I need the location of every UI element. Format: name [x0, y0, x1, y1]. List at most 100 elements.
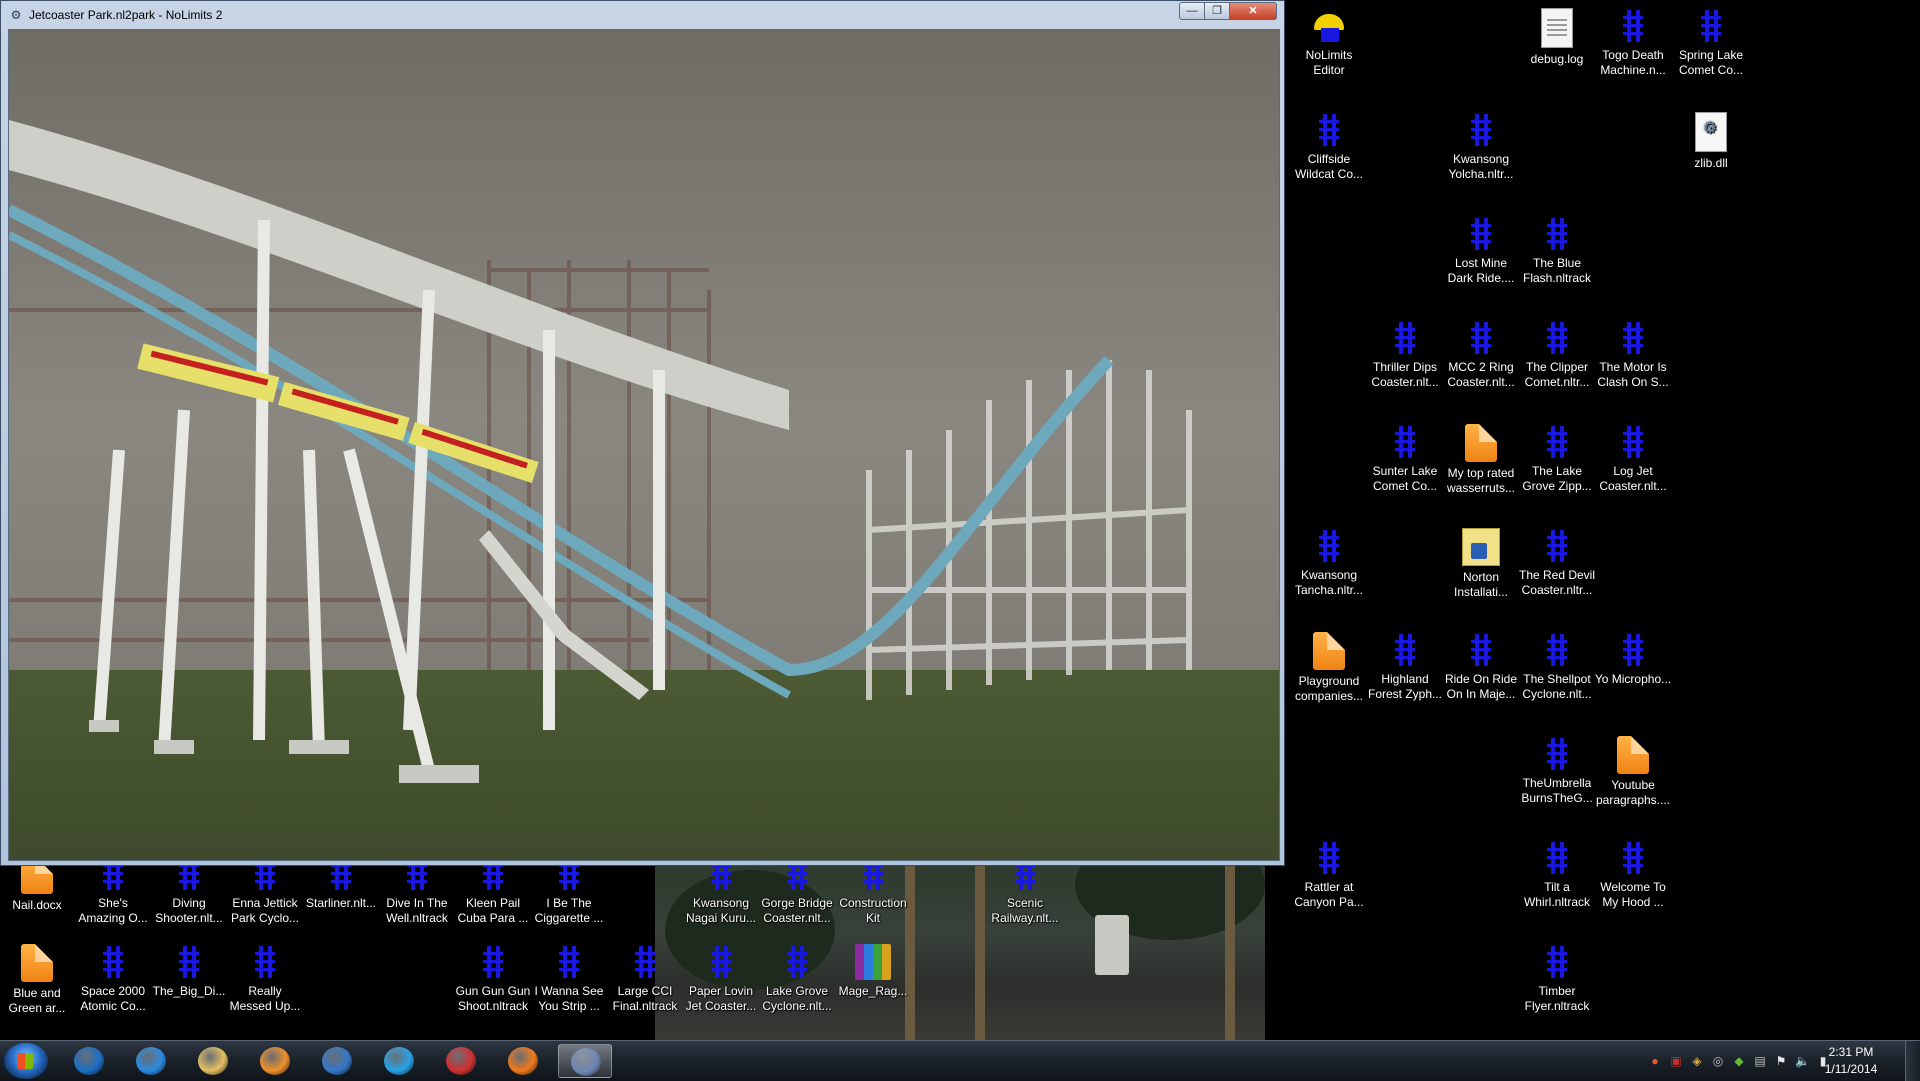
- desktop-icon-gorge[interactable]: Gorge Bridge Coaster.nlt...: [758, 856, 836, 926]
- desktop-icon-lake-grove-zipp[interactable]: The Lake Grove Zipp...: [1518, 424, 1596, 494]
- desktop-icon-tilt[interactable]: Tilt a Whirl.nltrack: [1518, 840, 1596, 910]
- desktop-icon-sunter-lake[interactable]: Sunter Lake Comet Co...: [1366, 424, 1444, 494]
- nl-file-icon: [1615, 320, 1651, 356]
- volume-icon[interactable]: 🔈: [1795, 1054, 1810, 1068]
- steam-icon[interactable]: ◎: [1711, 1054, 1725, 1068]
- desktop-icon-norton[interactable]: Norton Installati...: [1442, 528, 1520, 600]
- desktop-icon-umbrella[interactable]: TheUmbrella BurnsTheG...: [1518, 736, 1596, 806]
- taskbar-button-hp[interactable]: [62, 1044, 116, 1078]
- desktop-icon-ride-on[interactable]: Ride On Ride On In Maje...: [1442, 632, 1520, 702]
- desktop-icon-rattler[interactable]: Rattler at Canyon Pa...: [1290, 840, 1368, 910]
- desktop-icon-cigarette[interactable]: I Be The Ciggarette ...: [530, 856, 608, 926]
- security-icon[interactable]: ▣: [1669, 1054, 1683, 1068]
- network-app-icon[interactable]: ◈: [1690, 1054, 1704, 1068]
- desktop-icon-lake-grove-cyc[interactable]: Lake Grove Cyclone.nlt...: [758, 944, 836, 1014]
- desktop-icon-blue-flash[interactable]: The Blue Flash.nltrack: [1518, 216, 1596, 286]
- red-app-icon[interactable]: ●: [1648, 1054, 1662, 1068]
- desktop-icon-shellpot[interactable]: The Shellpot Cyclone.nlt...: [1518, 632, 1596, 702]
- desktop-icon-nolimits-editor[interactable]: NoLimits Editor: [1290, 8, 1368, 78]
- 3d-viewport[interactable]: [8, 29, 1280, 861]
- desktop-icon-yo-micro[interactable]: Yo Micropho...: [1594, 632, 1672, 687]
- window-titlebar[interactable]: ⚙ Jetcoaster Park.nl2park - NoLimits 2 —…: [1, 1, 1284, 29]
- nl-file-icon: [1539, 736, 1575, 772]
- desktop-icon-label: Timber Flyer.nltrack: [1524, 984, 1590, 1013]
- close-button[interactable]: ✕: [1229, 2, 1277, 20]
- desktop-icon-label: TheUmbrella BurnsTheG...: [1521, 776, 1593, 805]
- desktop-icon-kwansong-yolcha[interactable]: Kwansong Yolcha.nltr...: [1442, 112, 1520, 182]
- desktop-icon-label: The_Big_Di...: [152, 984, 226, 998]
- desktop-icon-label: Really Messed Up...: [229, 984, 301, 1013]
- desktop-icon-playground[interactable]: Playground companies...: [1290, 632, 1368, 704]
- desktop-icon-log-jet[interactable]: Log Jet Coaster.nlt...: [1594, 424, 1672, 494]
- desktop-icon-wanna-see[interactable]: I Wanna See You Strip ...: [530, 944, 608, 1014]
- desktop-icon-label: Lost Mine Dark Ride....: [1447, 256, 1515, 285]
- desktop-icon-thriller-dips[interactable]: Thriller Dips Coaster.nlt...: [1366, 320, 1444, 390]
- desktop-icon-cliffside[interactable]: Cliffside Wildcat Co...: [1290, 112, 1368, 182]
- desktop-icon-label: She's Amazing O...: [78, 896, 148, 925]
- desktop-icon-construction[interactable]: Construction Kit: [834, 856, 912, 926]
- norton-file-icon: [1462, 528, 1500, 566]
- desktop-icon-blue-green[interactable]: Blue and Green ar...: [0, 944, 76, 1016]
- desktop-icon-shes-amazing[interactable]: She's Amazing O...: [74, 856, 152, 926]
- desktop-icon-enna[interactable]: Enna Jettick Park Cyclo...: [226, 856, 304, 926]
- desktop-icon-label: Norton Installati...: [1453, 570, 1509, 599]
- desktop-icon-kwansong-nagai[interactable]: Kwansong Nagai Kuru...: [682, 856, 760, 926]
- check-app-icon: [322, 1047, 352, 1075]
- taskbar-button-internet-explorer[interactable]: [124, 1044, 178, 1078]
- desktop-icon-space2000[interactable]: Space 2000 Atomic Co...: [74, 944, 152, 1014]
- desktop-icon-scenic[interactable]: Scenic Railway.nlt...: [986, 856, 1064, 926]
- show-desktop-button[interactable]: [1905, 1041, 1920, 1081]
- taskbar-button-globe-app[interactable]: [372, 1044, 426, 1078]
- desktop-icon-dive-well[interactable]: Dive In The Well.nltrack: [378, 856, 456, 926]
- desktop-icon-highland[interactable]: Highland Forest Zyph...: [1366, 632, 1444, 702]
- desktop-icon-diving[interactable]: Diving Shooter.nlt...: [150, 856, 228, 926]
- taskbar-button-nolimits-taskbar[interactable]: [558, 1044, 612, 1078]
- desktop-icon-clipper[interactable]: The Clipper Comet.nltr...: [1518, 320, 1596, 390]
- nl-file-icon: [171, 944, 207, 980]
- coaster-scene: [9, 30, 1279, 860]
- desktop-icon-label: Scenic Railway.nlt...: [991, 896, 1059, 925]
- clock-date[interactable]: 1/11/2014: [1816, 1062, 1886, 1076]
- minimize-button[interactable]: —: [1179, 2, 1205, 20]
- desktop-icon-big-di[interactable]: The_Big_Di...: [150, 944, 228, 999]
- desktop-icon-label: My top rated wasserruts...: [1446, 466, 1515, 495]
- desktop-icon-togo-death[interactable]: Togo Death Machine.n...: [1594, 8, 1672, 78]
- nl-file-icon: [1693, 8, 1729, 44]
- desktop-icon-large-cci[interactable]: Large CCI Final.nltrack: [606, 944, 684, 1014]
- shield-app-icon: [446, 1047, 476, 1075]
- desktop-icon-zlib[interactable]: zlib.dll: [1672, 112, 1750, 171]
- desktop-icon-youtube[interactable]: Youtube paragraphs....: [1594, 736, 1672, 808]
- desktop-icon-welcome[interactable]: Welcome To My Hood ...: [1594, 840, 1672, 910]
- desktop-icon-mcc2[interactable]: MCC 2 Ring Coaster.nlt...: [1442, 320, 1520, 390]
- desktop-icon-lost-mine[interactable]: Lost Mine Dark Ride....: [1442, 216, 1520, 286]
- taskbar-button-firefox[interactable]: [496, 1044, 550, 1078]
- nvidia-icon[interactable]: ◆: [1732, 1054, 1746, 1068]
- desktop-icon-mage[interactable]: Mage_Rag...: [834, 944, 912, 999]
- desktop-icon-label: Kwansong Yolcha.nltr...: [1448, 152, 1514, 181]
- desktop-icon-label: Lake Grove Cyclone.nlt...: [762, 984, 832, 1013]
- nolimits-app-icon: ⚙: [10, 8, 22, 22]
- start-button[interactable]: [4, 1043, 48, 1079]
- desktop-icon-label: Sunter Lake Comet Co...: [1372, 464, 1438, 493]
- maximize-button[interactable]: ❐: [1204, 2, 1230, 20]
- desktop-icon-red-devil[interactable]: The Red Devil Coaster.nltr...: [1518, 528, 1596, 598]
- desktop-icon-kwansong-tancha[interactable]: Kwansong Tancha.nltr...: [1290, 528, 1368, 598]
- desktop-icon-paper-lovin[interactable]: Paper Lovin Jet Coaster...: [682, 944, 760, 1014]
- clock-time[interactable]: 2:31 PM: [1816, 1045, 1886, 1059]
- desktop-icon-really-messed[interactable]: Really Messed Up...: [226, 944, 304, 1014]
- desktop-icon-top-rated[interactable]: My top rated wasserruts...: [1442, 424, 1520, 496]
- taskbar-button-shield-app[interactable]: [434, 1044, 488, 1078]
- desktop-icon-gun-gun[interactable]: Gun Gun Gun Shoot.nltrack: [454, 944, 532, 1014]
- taskbar-button-check-app[interactable]: [310, 1044, 364, 1078]
- nolimits-window[interactable]: ⚙ Jetcoaster Park.nl2park - NoLimits 2 —…: [0, 0, 1285, 866]
- desktop-icon-debug-log[interactable]: debug.log: [1518, 8, 1596, 67]
- nl-file-icon: [247, 944, 283, 980]
- taskbar-button-file-explorer[interactable]: [186, 1044, 240, 1078]
- taskbar-button-media-player[interactable]: [248, 1044, 302, 1078]
- desktop-icon-motor-clash[interactable]: The Motor Is Clash On S...: [1594, 320, 1672, 390]
- desktop-icon-kleen-pail[interactable]: Kleen Pail Cuba Para ...: [454, 856, 532, 926]
- desktop-icon-timber[interactable]: Timber Flyer.nltrack: [1518, 944, 1596, 1014]
- desktop-icon-spring-lake[interactable]: Spring Lake Comet Co...: [1672, 8, 1750, 78]
- wifi-icon[interactable]: ▤: [1753, 1054, 1767, 1068]
- flag-icon[interactable]: ⚑: [1774, 1054, 1788, 1068]
